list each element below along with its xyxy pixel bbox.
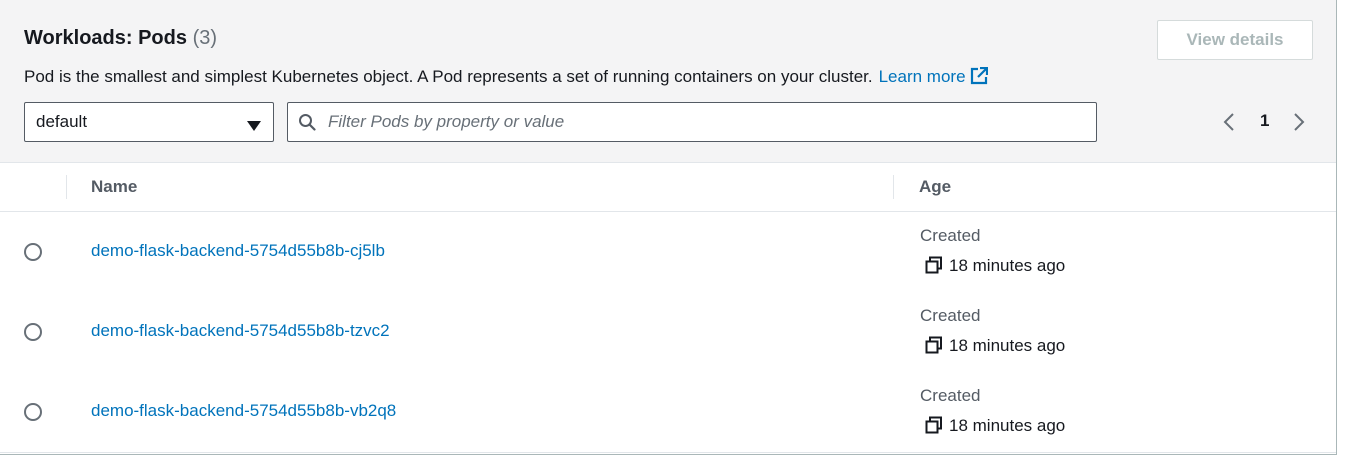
row-radio[interactable]: [24, 323, 42, 341]
row-radio[interactable]: [24, 403, 42, 421]
copy-icon[interactable]: [925, 256, 943, 274]
copy-icon[interactable]: [925, 336, 943, 354]
description: Pod is the smallest and simplest Kuberne…: [24, 66, 988, 90]
table-header: Name Age: [0, 163, 1336, 212]
table-row: demo-flask-backend-5754d55b8b-vb2q8 Crea…: [0, 372, 1336, 453]
filter-input[interactable]: [328, 103, 1078, 141]
column-separator: [66, 175, 67, 199]
column-separator: [893, 175, 894, 199]
column-header-name[interactable]: Name: [91, 177, 137, 197]
chevron-right-icon[interactable]: [1292, 113, 1306, 136]
pod-name-link[interactable]: demo-flask-backend-5754d55b8b-vb2q8: [91, 401, 396, 421]
table-row: demo-flask-backend-5754d55b8b-tzvc2 Crea…: [0, 292, 1336, 373]
age-text: 18 minutes ago: [949, 416, 1066, 435]
search-icon: [298, 113, 316, 136]
pod-name-link[interactable]: demo-flask-backend-5754d55b8b-cj5lb: [91, 241, 385, 261]
description-text: Pod is the smallest and simplest Kuberne…: [24, 67, 873, 86]
title-text: Workloads: Pods: [24, 27, 187, 49]
age-value: 18 minutes ago: [925, 256, 1065, 276]
external-link-icon: [970, 66, 988, 90]
filter-input-container[interactable]: [287, 102, 1097, 142]
age-value: 18 minutes ago: [925, 336, 1065, 356]
caret-down-icon: [247, 118, 261, 136]
age-label: Created: [920, 226, 981, 245]
table-row: demo-flask-backend-5754d55b8b-cj5lb Crea…: [0, 212, 1336, 293]
learn-more-link[interactable]: Learn more: [878, 66, 988, 86]
age-label: Created: [920, 386, 981, 405]
pod-name-link[interactable]: demo-flask-backend-5754d55b8b-tzvc2: [91, 321, 390, 341]
age-text: 18 minutes ago: [949, 336, 1066, 355]
age-text: 18 minutes ago: [949, 256, 1066, 275]
namespace-value: default: [36, 112, 88, 131]
column-header-age[interactable]: Age: [919, 177, 951, 197]
pods-panel: Workloads: Pods (3) View details Pod is …: [0, 0, 1337, 455]
chevron-left-icon[interactable]: [1222, 113, 1236, 136]
pod-count: (3): [192, 27, 218, 49]
learn-more-label: Learn more: [878, 67, 966, 86]
namespace-select[interactable]: default: [24, 102, 274, 142]
row-radio[interactable]: [24, 243, 42, 261]
age-value: 18 minutes ago: [925, 416, 1065, 436]
view-details-button[interactable]: View details: [1157, 20, 1313, 60]
copy-icon[interactable]: [925, 416, 943, 434]
page-number[interactable]: 1: [1260, 111, 1269, 131]
page-title: Workloads: Pods (3): [24, 27, 217, 50]
panel-header: Workloads: Pods (3) View details Pod is …: [0, 0, 1336, 163]
age-label: Created: [920, 306, 981, 325]
